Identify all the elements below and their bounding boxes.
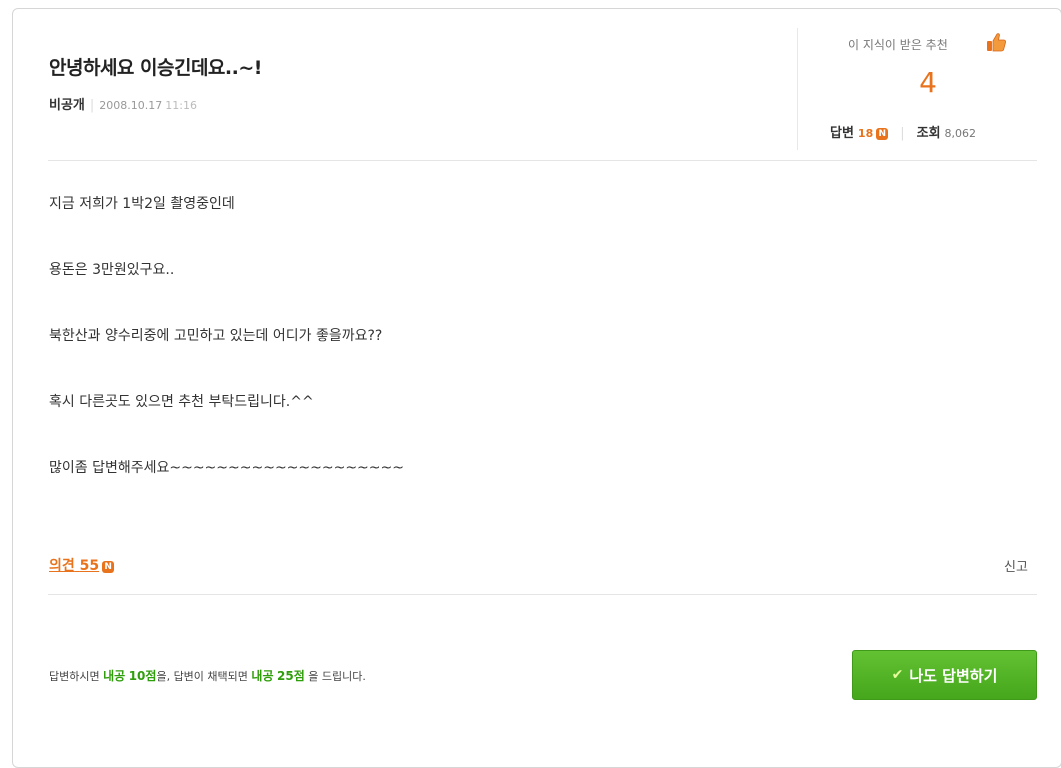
views-label: 조회 <box>916 126 941 141</box>
actions-separator <box>48 594 1037 595</box>
naegong-label: 내공 <box>251 669 274 683</box>
new-badge-icon: N <box>876 128 889 140</box>
answer-button[interactable]: ✔ 나도 답변하기 <box>852 650 1037 700</box>
answers-count[interactable]: 18 <box>858 127 873 140</box>
header-divider <box>797 28 798 150</box>
body-line: 용돈은 3만원있구요.. <box>49 262 175 278</box>
body-line: 혹시 다른곳도 있으면 추천 부탁드립니다.^^ <box>49 394 314 410</box>
note-text: 을, 답변이 채택되면 <box>156 670 248 683</box>
question-stats: 답변 18 N | 조회 8,062 <box>830 122 976 141</box>
opinion-link[interactable]: 의견 55 N <box>49 555 115 575</box>
note-text: 답변하시면 <box>49 670 100 683</box>
note-text: 을 드립니다. <box>308 670 366 683</box>
views-count: 8,062 <box>944 127 977 140</box>
body-line: 많이좀 답변해주세요~~~~~~~~~~~~~~~~~~~~ <box>49 460 404 476</box>
points-answer: 10점 <box>128 669 157 683</box>
header-separator <box>48 160 1037 161</box>
body-line: 지금 저희가 1박2일 촬영중인데 <box>49 196 235 212</box>
opinion-label: 의견 <box>49 558 75 574</box>
opinion-count: 55 <box>79 558 100 574</box>
answers-label[interactable]: 답변 <box>830 126 854 141</box>
post-date: 2008.10.17 <box>99 99 163 112</box>
report-link[interactable]: 신고 <box>1004 556 1028 575</box>
post-time: 11:16 <box>165 99 197 112</box>
stats-divider: | <box>900 126 905 141</box>
answer-points-note: 답변하시면 내공 10점을, 답변이 채택되면 내공 25점 을 드립니다. <box>49 667 366 684</box>
new-badge-icon: N <box>102 561 115 573</box>
check-icon: ✔ <box>891 667 904 683</box>
author-name: 비공개 <box>49 98 85 113</box>
question-title: 안녕하세요 이승긴데요..~! <box>49 57 262 79</box>
points-selected: 25점 <box>277 669 305 683</box>
body-line: 북한산과 양수리중에 고민하고 있는데 어디가 좋을까요?? <box>49 328 383 344</box>
answer-button-label: 나도 답변하기 <box>909 666 998 685</box>
question-meta: 비공개 | 2008.10.17 11:16 <box>49 94 197 113</box>
naegong-label: 내공 <box>103 669 126 683</box>
recommend-label: 이 지식이 받은 추천 <box>848 38 948 52</box>
thumbs-up-icon[interactable] <box>985 31 1007 53</box>
recommend-count: 4 <box>919 66 937 99</box>
meta-divider: | <box>89 98 95 113</box>
